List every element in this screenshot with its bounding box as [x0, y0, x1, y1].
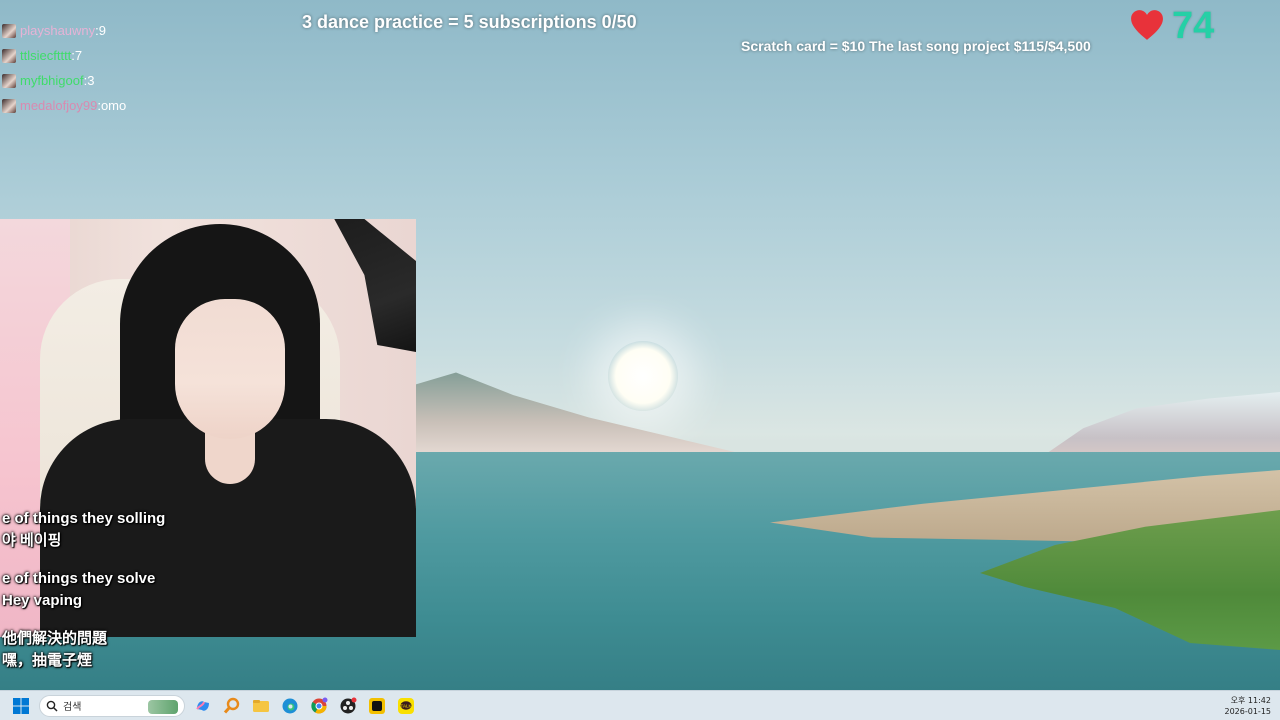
search-icon: [46, 700, 58, 712]
chat-username: playshauwny: [20, 23, 96, 38]
search-placeholder: 검색: [63, 702, 82, 713]
taskbar: 검색 TALK 오후 11:42 2026-01-15: [0, 690, 1280, 720]
subtitle-line: e of things they solve: [2, 570, 156, 587]
clock-time: 오후 11:42: [1230, 696, 1271, 705]
copilot-icon[interactable]: [192, 695, 214, 717]
chat-message: myfbhigoof : 3: [2, 68, 262, 93]
wallpaper-hills-right: [1040, 392, 1280, 458]
chat-message: medalofjoy99 : omo: [2, 93, 262, 118]
subtitle-line: 嘿，抽電子煙: [2, 652, 93, 669]
obs-icon[interactable]: [337, 695, 359, 717]
chat-text: omo: [100, 98, 127, 113]
clock-date: 2026-01-15: [1224, 707, 1272, 716]
heart-count: 74: [1172, 5, 1215, 47]
subtitles: e of things they solling 야 베이핑 e of thin…: [2, 508, 302, 672]
kakaotalk-icon[interactable]: TALK: [395, 695, 417, 717]
subscription-goal-text: 3 dance practice = 5 subscriptions 0/50: [302, 12, 637, 32]
terminal-app-icon[interactable]: [366, 695, 388, 717]
heart-counter: 74: [1130, 6, 1214, 46]
subtitle-line: e of things they solling: [2, 510, 166, 527]
edge-icon[interactable]: [279, 695, 301, 717]
avatar: [2, 23, 16, 38]
microphone: [334, 219, 416, 352]
wallpaper-sun: [608, 341, 678, 411]
chat-username: ttlsiecftttt: [20, 48, 72, 63]
subtitle-line: 야 베이핑: [2, 532, 62, 549]
chat-overlay: playshauwny : 9 ttlsiecftttt : 7 myfbhig…: [2, 18, 262, 118]
avatar: [2, 98, 16, 113]
system-clock[interactable]: 오후 11:42 2026-01-15: [1225, 695, 1272, 717]
taskbar-search-box[interactable]: 검색: [39, 694, 185, 717]
wallpaper-hills-left: [380, 372, 760, 458]
chat-message: ttlsiecftttt : 7: [2, 43, 262, 68]
avatar: [2, 73, 16, 88]
subtitle-line: 他們解決的問題: [2, 630, 108, 647]
search-highlight-icon: [148, 699, 178, 714]
chat-username: medalofjoy99: [20, 98, 98, 113]
chat-text: 7: [74, 48, 83, 63]
file-explorer-icon[interactable]: [250, 695, 272, 717]
project-goal-text: Scratch card = $10 The last song project…: [741, 38, 1091, 54]
chrome-icon[interactable]: [308, 695, 330, 717]
chat-message: playshauwny : 9: [2, 18, 262, 43]
windows-icon: [13, 697, 29, 714]
magnifier-app-icon[interactable]: [221, 695, 243, 717]
start-button[interactable]: [9, 694, 33, 718]
chat-text: 9: [98, 23, 107, 38]
chat-text: 3: [87, 73, 95, 88]
webcam-face: [175, 299, 285, 439]
chat-username: myfbhigoof: [20, 73, 84, 88]
heart-icon: [1131, 10, 1163, 40]
svg-text:TALK: TALK: [401, 703, 412, 708]
subtitle-line: Hey vaping: [2, 592, 83, 609]
avatar: [2, 48, 16, 63]
